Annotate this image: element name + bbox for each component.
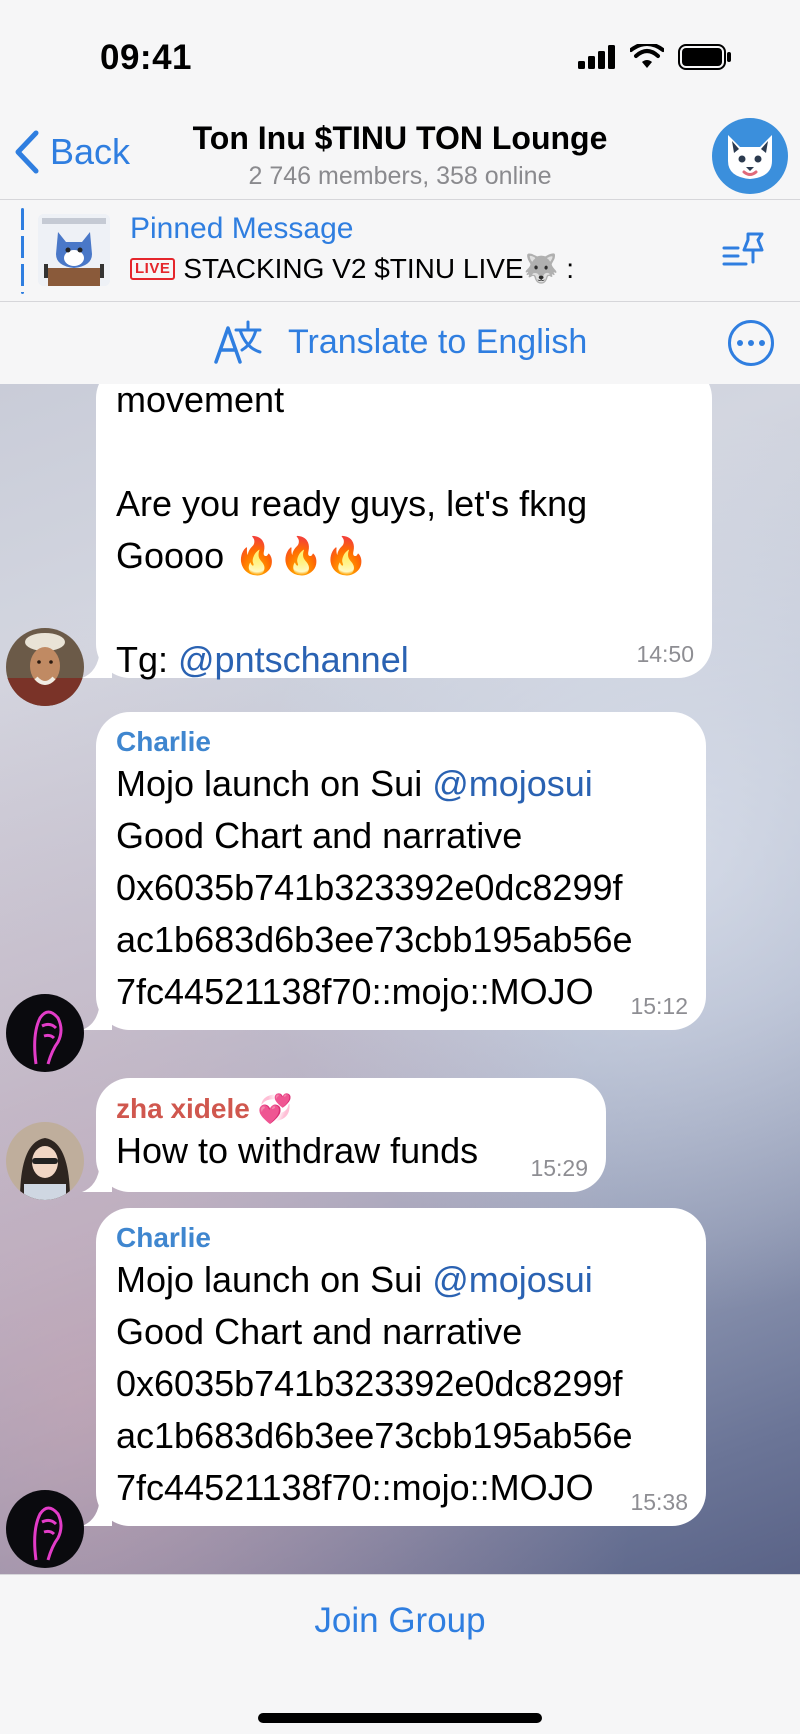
pinned-text-row: LIVE STACKING V2 $TINU LIVE🐺 : [130,252,574,285]
bottom-bar: Join Group [0,1574,800,1734]
pinned-list-button[interactable] [722,230,766,275]
pinned-label: Pinned Message [130,212,354,245]
bubble-tail [82,1498,112,1526]
message-time: 15:12 [630,993,688,1019]
back-button[interactable]: Back [14,130,130,174]
message-text: Mojo launch on Sui [116,763,433,804]
avatar-image [6,628,84,706]
live-badge: LIVE [130,257,176,280]
message-body: Mojo launch on Sui @mojosui Good Chart an… [116,1254,686,1514]
group-avatar[interactable] [712,118,788,194]
message-bubble[interactable]: zha xidele 💞 How to withdraw funds 15:29 [96,1078,606,1192]
wolf-avatar-icon [728,135,772,179]
avatar-charlie[interactable] [6,994,84,1072]
mention-link[interactable]: @mojosui [432,763,593,804]
more-options-button[interactable] [728,320,774,366]
heart-icon: 💞 [257,1093,293,1124]
message-bubble[interactable]: Charlie Mojo launch on Sui @mojosui Good … [96,712,706,1030]
message-text: movement Are you ready guys, let's fkng … [116,384,588,680]
status-bar: 09:41 [0,0,800,108]
home-indicator[interactable] [258,1713,542,1723]
mention-link[interactable]: @mojosui [432,1259,593,1300]
message-time: 14:50 [636,641,694,667]
message-text: Mojo launch on Sui [116,1259,433,1300]
avatar-charlie[interactable] [6,1490,84,1568]
wolf-thumbnail-icon [38,214,110,286]
message-text: Good Chart and narrative 0x6035b741b3233… [116,815,633,1012]
avatar-image [6,1490,84,1568]
message-time: 15:29 [530,1155,588,1181]
signal-icon [578,45,615,69]
pinned-text: STACKING V2 $TINU LIVE🐺 : [183,253,575,284]
chevron-left-icon [15,130,39,174]
join-group-button[interactable]: Join Group [0,1601,800,1641]
pinned-message-bar[interactable]: Pinned Message LIVE STACKING V2 $TINU LI… [0,200,800,302]
battery-icon [678,44,731,70]
translate-bar: Translate to English [0,302,800,384]
chat-area[interactable]: movement Are you ready guys, let's fkng … [0,384,800,1574]
avatar-image [6,1122,84,1200]
message-bubble[interactable]: movement Are you ready guys, let's fkng … [96,384,712,680]
more-dot-icon [737,340,743,346]
pin-list-icon [722,232,764,266]
pinned-indicator [21,208,24,294]
bubble-tail [82,1164,112,1192]
nav-bar: Back Ton Inu $TINU TON Lounge 2 746 memb… [0,108,800,200]
wifi-icon [630,44,664,68]
sender-name[interactable]: Charlie [116,726,686,758]
sender-name[interactable]: Charlie [116,1222,686,1254]
sender-name[interactable]: zha xidele [116,1093,250,1125]
message-text: Good Chart and narrative 0x6035b741b3233… [116,1311,633,1508]
message-bubble[interactable]: Charlie Mojo launch on Sui @mojosui Good … [96,1208,706,1526]
status-time: 09:41 [100,38,193,77]
mention-link[interactable]: @pntschannel [178,639,409,680]
avatar-old-man[interactable] [6,628,84,706]
message-time: 15:38 [630,1489,688,1515]
message-body: movement Are you ready guys, let's fkng … [116,384,692,686]
translate-label: Translate to English [288,322,588,361]
back-label: Back [50,131,131,172]
message-text: How to withdraw funds [116,1130,479,1171]
more-dot-icon [759,340,765,346]
bubble-tail [82,650,112,678]
avatar-zha-xidele[interactable] [6,1122,84,1200]
avatar-image [6,994,84,1072]
sender-row: zha xidele 💞 [116,1092,586,1125]
translate-icon [214,320,262,364]
status-icons [578,44,732,70]
message-body: Mojo launch on Sui @mojosui Good Chart an… [116,758,686,1018]
more-dot-icon [748,340,754,346]
translate-button[interactable]: Translate to English [212,318,587,366]
pinned-thumbnail [38,214,110,286]
chat-subtitle: 2 746 members, 358 online [248,162,552,190]
bubble-tail [82,1002,112,1030]
chat-title[interactable]: Ton Inu $TINU TON Lounge [130,120,670,157]
